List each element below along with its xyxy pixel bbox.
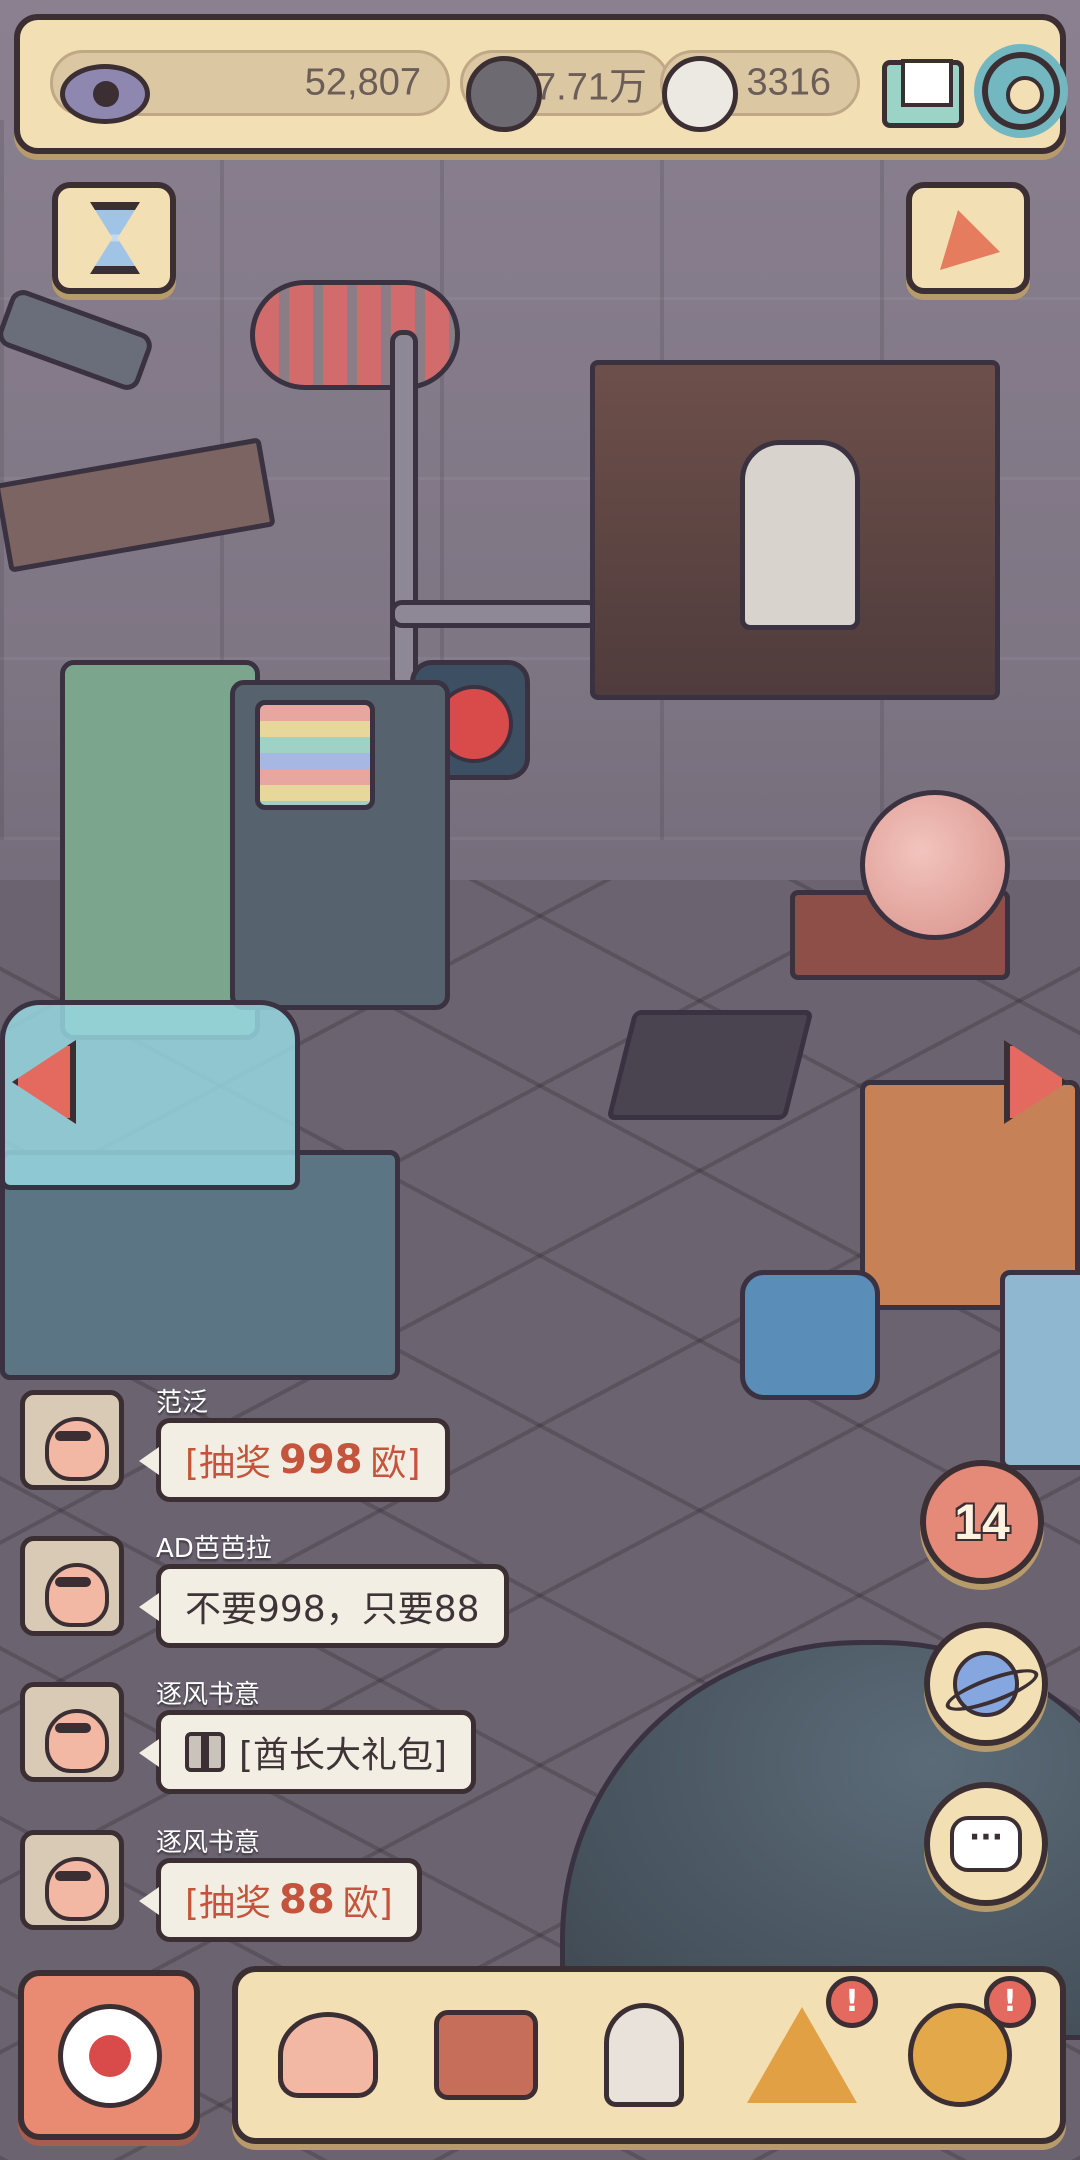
chat-message: 逐风书意 [酋长大礼包] bbox=[20, 1674, 580, 1794]
chat-username: 逐风书意 bbox=[156, 1828, 261, 1858]
record-button[interactable] bbox=[18, 1970, 200, 2140]
wall-window bbox=[250, 280, 460, 390]
dock-key-button[interactable]: ! bbox=[900, 1976, 1036, 2120]
avatar[interactable] bbox=[20, 1390, 124, 1490]
chat-text-suffix: 欧] bbox=[370, 1443, 421, 1484]
record-icon bbox=[58, 2004, 162, 2108]
chat-message: AD芭芭拉 不要998，只要88 bbox=[20, 1528, 580, 1648]
robot-projector[interactable] bbox=[740, 1270, 880, 1400]
chat-text-number: 998 bbox=[279, 1437, 363, 1483]
gear-icon[interactable] bbox=[982, 52, 1060, 130]
chat-text-prefix: [抽奖 bbox=[185, 1883, 272, 1924]
top-resource-bar: 52,807 7.71万 3316 bbox=[14, 14, 1066, 154]
dock-suitcase-button[interactable] bbox=[426, 1990, 546, 2120]
views-value: 52,807 bbox=[304, 61, 421, 104]
hourglass-button[interactable] bbox=[52, 182, 176, 294]
chat-username: 范泛 bbox=[156, 1388, 209, 1418]
blue-crate bbox=[1000, 1270, 1080, 1470]
level-badge[interactable]: 14 bbox=[920, 1460, 1044, 1584]
snail-icon bbox=[278, 2012, 378, 2098]
chat-message: 逐风书意 [抽奖 88 欧] bbox=[20, 1822, 580, 1942]
gift-icon bbox=[185, 1732, 225, 1772]
chat-text-suffix: 欧] bbox=[342, 1883, 393, 1924]
avatar[interactable] bbox=[20, 1830, 124, 1930]
wall-pipe bbox=[390, 600, 600, 628]
cracked-orb[interactable] bbox=[860, 790, 1010, 940]
chat-text: [酋长大礼包] bbox=[239, 1735, 448, 1776]
chat-text: 不要998，只要88 bbox=[185, 1589, 480, 1630]
level-badge-count: 14 bbox=[954, 1494, 1010, 1550]
chat-bubble-icon: ··· bbox=[950, 1816, 1022, 1872]
dark-speech-bubble-icon bbox=[466, 56, 542, 132]
chat-bubble: 不要998，只要88 bbox=[156, 1564, 509, 1648]
light-speech-bubble-icon bbox=[662, 56, 738, 132]
king-statue[interactable] bbox=[740, 440, 860, 630]
statue-bust-icon bbox=[604, 2003, 684, 2107]
avatar[interactable] bbox=[20, 1536, 124, 1636]
party-popper-icon bbox=[940, 210, 1000, 270]
eye-icon bbox=[60, 64, 150, 124]
chat-message: 范泛 [抽奖 998 欧] bbox=[20, 1382, 580, 1502]
chat-bubble[interactable]: [酋长大礼包] bbox=[156, 1710, 477, 1794]
chat-text-prefix: [抽奖 bbox=[185, 1443, 272, 1484]
light-currency-value: 3316 bbox=[746, 61, 831, 104]
alert-badge: ! bbox=[984, 1976, 1036, 2028]
dock-snail-button[interactable] bbox=[268, 1990, 388, 2120]
rainbow-screen bbox=[255, 700, 375, 810]
dock-pyramid-button[interactable]: ! bbox=[742, 1976, 878, 2120]
chat-bubble[interactable]: [抽奖 998 欧] bbox=[156, 1418, 450, 1502]
hourglass-icon bbox=[90, 202, 140, 274]
floor-vent bbox=[606, 1010, 814, 1120]
chat-username: AD芭芭拉 bbox=[156, 1534, 272, 1564]
planet-icon bbox=[953, 1651, 1019, 1717]
suitcase-icon bbox=[434, 2010, 538, 2100]
dock-statue-button[interactable] bbox=[584, 1990, 704, 2120]
party-button[interactable] bbox=[906, 182, 1030, 294]
planet-button[interactable] bbox=[924, 1622, 1048, 1746]
avatar[interactable] bbox=[20, 1682, 124, 1782]
bottom-dock: ! ! bbox=[232, 1966, 1066, 2144]
chat-button[interactable]: ··· bbox=[924, 1782, 1048, 1906]
wall-pipe bbox=[390, 330, 418, 690]
alert-badge: ! bbox=[826, 1976, 878, 2028]
dark-currency-value: 7.71万 bbox=[535, 66, 647, 109]
chat-bubble[interactable]: [抽奖 88 欧] bbox=[156, 1858, 422, 1942]
chat-text-number: 88 bbox=[279, 1877, 335, 1923]
mail-icon[interactable] bbox=[882, 59, 964, 128]
chat-username: 逐风书意 bbox=[156, 1680, 261, 1710]
